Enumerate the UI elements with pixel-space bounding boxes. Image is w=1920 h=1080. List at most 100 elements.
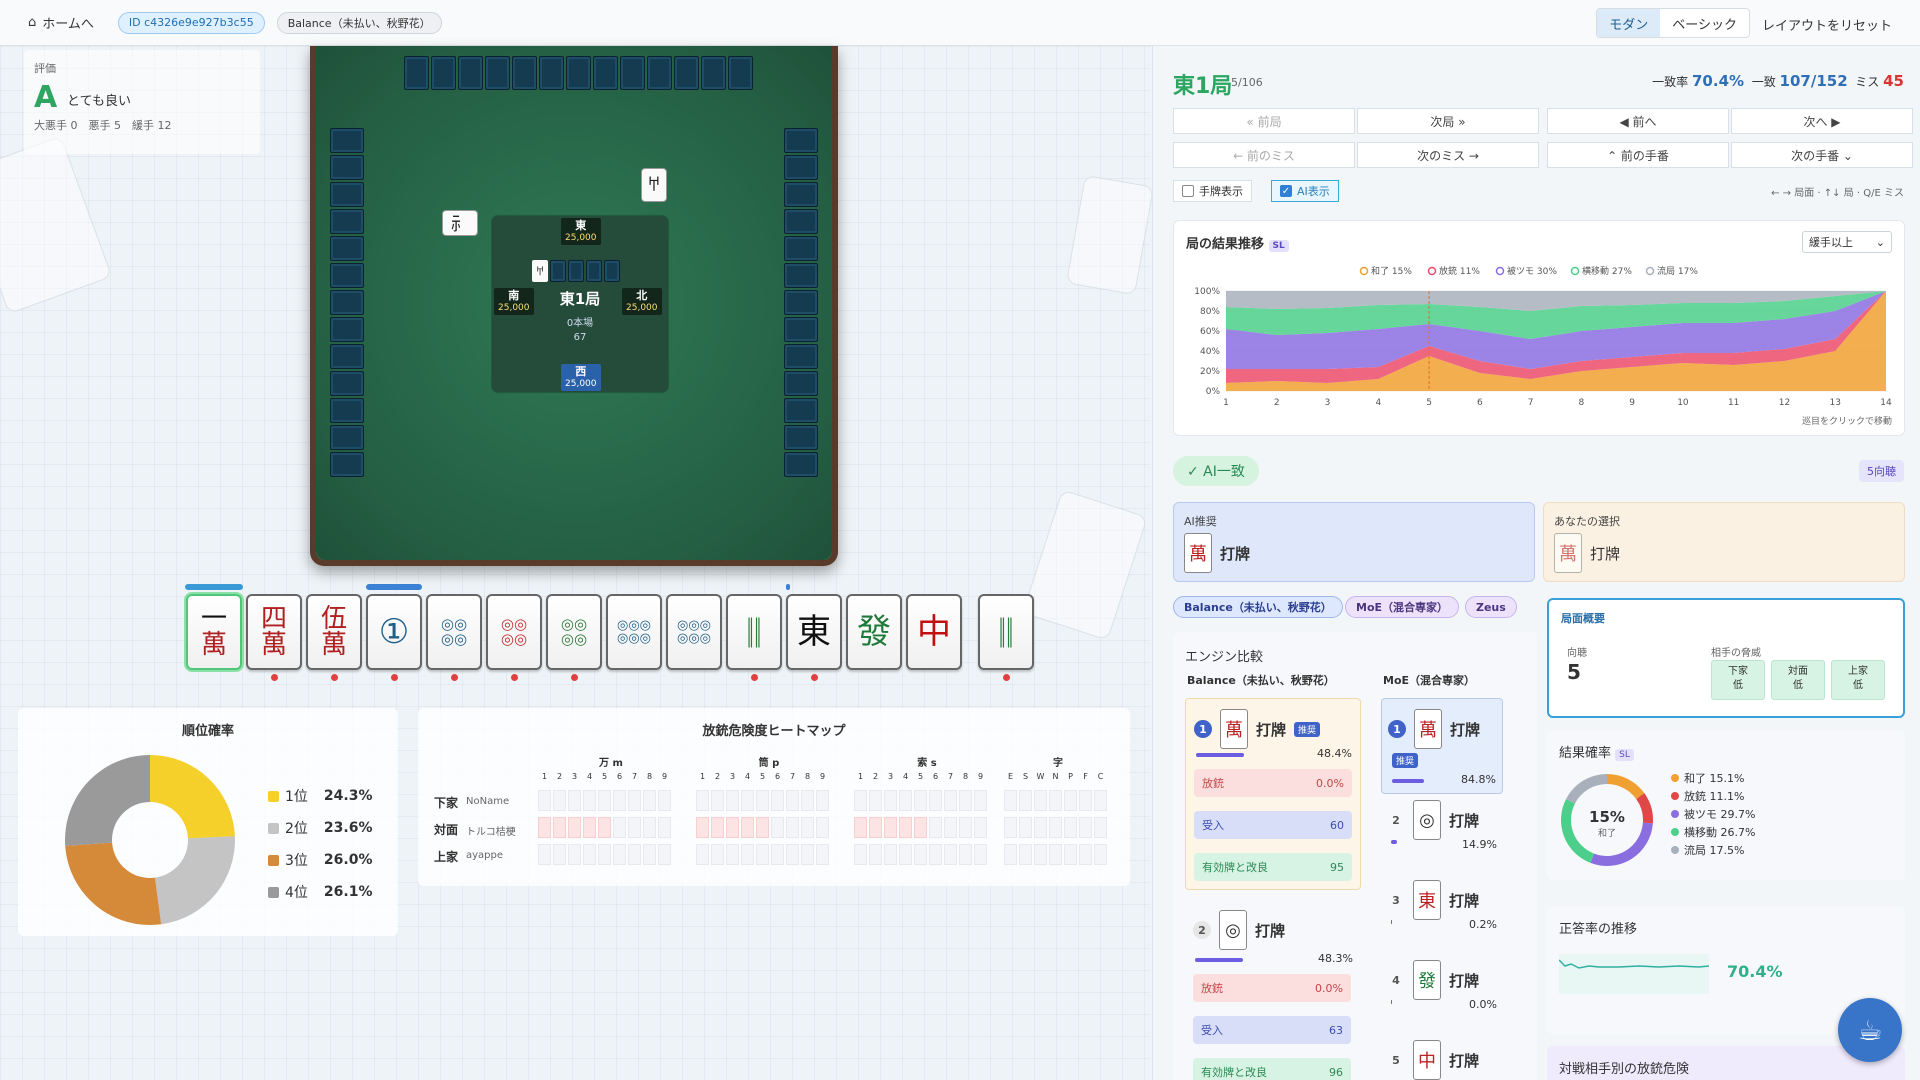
heatmap-cell[interactable] [696, 817, 709, 838]
ai-toggle[interactable]: ✓ AI表示 [1271, 180, 1339, 202]
discard-tile[interactable]: 𐀀 [641, 168, 667, 202]
heatmap-cell[interactable] [658, 844, 671, 865]
heatmap-cell[interactable] [884, 790, 897, 811]
moe-option[interactable]: 3 東打牌 0.2% [1381, 870, 1503, 940]
nav-button[interactable]: ← 前のミス [1173, 142, 1355, 168]
heatmap-cell[interactable] [1004, 790, 1017, 811]
engine-tab-zeus[interactable]: Zeus [1465, 596, 1517, 618]
heatmap-cell[interactable] [1049, 790, 1062, 811]
heatmap-cell[interactable] [553, 844, 566, 865]
heatmap-cell[interactable] [816, 790, 829, 811]
heatmap-cell[interactable] [1064, 790, 1077, 811]
heatmap-cell[interactable] [899, 844, 912, 865]
engine-pill[interactable]: Balance（未払い、秋野花） [276, 11, 442, 34]
heatmap-cell[interactable] [553, 790, 566, 811]
heatmap-cell[interactable] [756, 844, 769, 865]
nav-button[interactable]: 次のミス → [1357, 142, 1539, 168]
engine-tab-moe[interactable]: MoE（混合専家） [1345, 596, 1460, 618]
heatmap-cell[interactable] [959, 817, 972, 838]
balance-option-2[interactable]: 2 ◎ 打牌 48.3% 放銃 0.0% 受入 63 有効牌と改良 96 [1185, 898, 1361, 1080]
home-link[interactable]: ⌂ ホームへ [28, 13, 94, 32]
heatmap-cell[interactable] [816, 817, 829, 838]
hand-tile[interactable]: 伍萬 [306, 594, 362, 670]
heatmap-cell[interactable] [711, 790, 724, 811]
heatmap-cell[interactable] [696, 844, 709, 865]
reset-layout-button[interactable]: レイアウトをリセット [1762, 15, 1892, 34]
heatmap-cell[interactable] [583, 844, 596, 865]
engine-tab-balance[interactable]: Balance（未払い、秋野花） [1173, 596, 1343, 618]
hand-tile[interactable]: 東 [786, 594, 842, 670]
heatmap-cell[interactable] [726, 844, 739, 865]
nav-button[interactable]: ◀ 前へ [1547, 108, 1729, 134]
support-button[interactable]: ☕ [1838, 998, 1902, 1062]
hand-tile[interactable]: 四萬 [246, 594, 302, 670]
heatmap-cell[interactable] [568, 817, 581, 838]
heatmap-cell[interactable] [884, 844, 897, 865]
heatmap-cell[interactable] [1034, 790, 1047, 811]
heatmap-cell[interactable] [914, 817, 927, 838]
modern-layout-button[interactable]: モダン [1597, 9, 1661, 37]
heatmap-cell[interactable] [1064, 817, 1077, 838]
heatmap-cell[interactable] [1079, 844, 1092, 865]
heatmap-cell[interactable] [854, 790, 867, 811]
result-trend-chart[interactable]: 0%20%40%60%80%100%1 2 3 4 5 6 7 8 9 10 11 12 13 14和了 … [1174, 221, 1906, 431]
heatmap-cell[interactable] [568, 844, 581, 865]
heatmap-cell[interactable] [583, 817, 596, 838]
heatmap-cell[interactable] [553, 817, 566, 838]
heatmap-cell[interactable] [974, 817, 987, 838]
nav-button[interactable]: 次の手番 ⌄ [1731, 142, 1913, 168]
heatmap-cell[interactable] [854, 844, 867, 865]
heatmap-cell[interactable] [959, 844, 972, 865]
basic-layout-button[interactable]: ベーシック [1660, 9, 1749, 37]
heatmap-cell[interactable] [613, 790, 626, 811]
heatmap-cell[interactable] [801, 790, 814, 811]
heatmap-cell[interactable] [854, 817, 867, 838]
heatmap-cell[interactable] [1079, 817, 1092, 838]
heatmap-cell[interactable] [613, 844, 626, 865]
heatmap-cell[interactable] [914, 844, 927, 865]
heatmap-cell[interactable] [613, 817, 626, 838]
discard-tile[interactable]: ⺬ [442, 210, 478, 236]
heatmap-cell[interactable] [1004, 844, 1017, 865]
hand-tile[interactable]: ◎◎◎ ◎◎◎ [666, 594, 722, 670]
heatmap-cell[interactable] [869, 817, 882, 838]
moe-option[interactable]: 5 中打牌 [1381, 1030, 1503, 1080]
heatmap-cell[interactable] [974, 790, 987, 811]
heatmap-cell[interactable] [1079, 790, 1092, 811]
nav-button[interactable]: « 前局 [1173, 108, 1355, 134]
heatmap-cell[interactable] [786, 844, 799, 865]
heatmap-cell[interactable] [726, 817, 739, 838]
nav-button[interactable]: 次へ ▶ [1731, 108, 1913, 134]
heatmap-cell[interactable] [1094, 817, 1107, 838]
hand-tile[interactable]: ① [366, 594, 422, 670]
heatmap-cell[interactable] [583, 790, 596, 811]
heatmap-cell[interactable] [568, 790, 581, 811]
heatmap-cell[interactable] [1004, 817, 1017, 838]
moe-option[interactable]: 4 發打牌 0.0% [1381, 950, 1503, 1020]
heatmap-cell[interactable] [899, 817, 912, 838]
heatmap-cell[interactable] [628, 817, 641, 838]
heatmap-cell[interactable] [771, 790, 784, 811]
heatmap-cell[interactable] [801, 844, 814, 865]
heatmap-cell[interactable] [914, 790, 927, 811]
heatmap-cell[interactable] [1049, 844, 1062, 865]
heatmap-cell[interactable] [884, 817, 897, 838]
heatmap-cell[interactable] [929, 844, 942, 865]
moe-option[interactable]: 2 ◎ 打牌 14.9% [1381, 790, 1503, 860]
heatmap-cell[interactable] [1019, 817, 1032, 838]
heatmap-cell[interactable] [1094, 844, 1107, 865]
heatmap-cell[interactable] [974, 844, 987, 865]
heatmap-cell[interactable] [1034, 844, 1047, 865]
heatmap-cell[interactable] [801, 817, 814, 838]
heatmap-cell[interactable] [538, 790, 551, 811]
heatmap-cell[interactable] [771, 817, 784, 838]
heatmap-cell[interactable] [1034, 817, 1047, 838]
heatmap-cell[interactable] [869, 844, 882, 865]
hand-tile[interactable]: ◎◎ ◎◎ [546, 594, 602, 670]
heatmap-cell[interactable] [538, 817, 551, 838]
hand-tile[interactable]: 中 [906, 594, 962, 670]
heatmap-cell[interactable] [756, 790, 769, 811]
heatmap-cell[interactable] [643, 844, 656, 865]
heatmap-cell[interactable] [1094, 790, 1107, 811]
balance-option-1[interactable]: 1 萬打牌 推奨 48.4% 放銃 0.0% 受入 60 有効牌と改良 95 [1185, 698, 1361, 890]
